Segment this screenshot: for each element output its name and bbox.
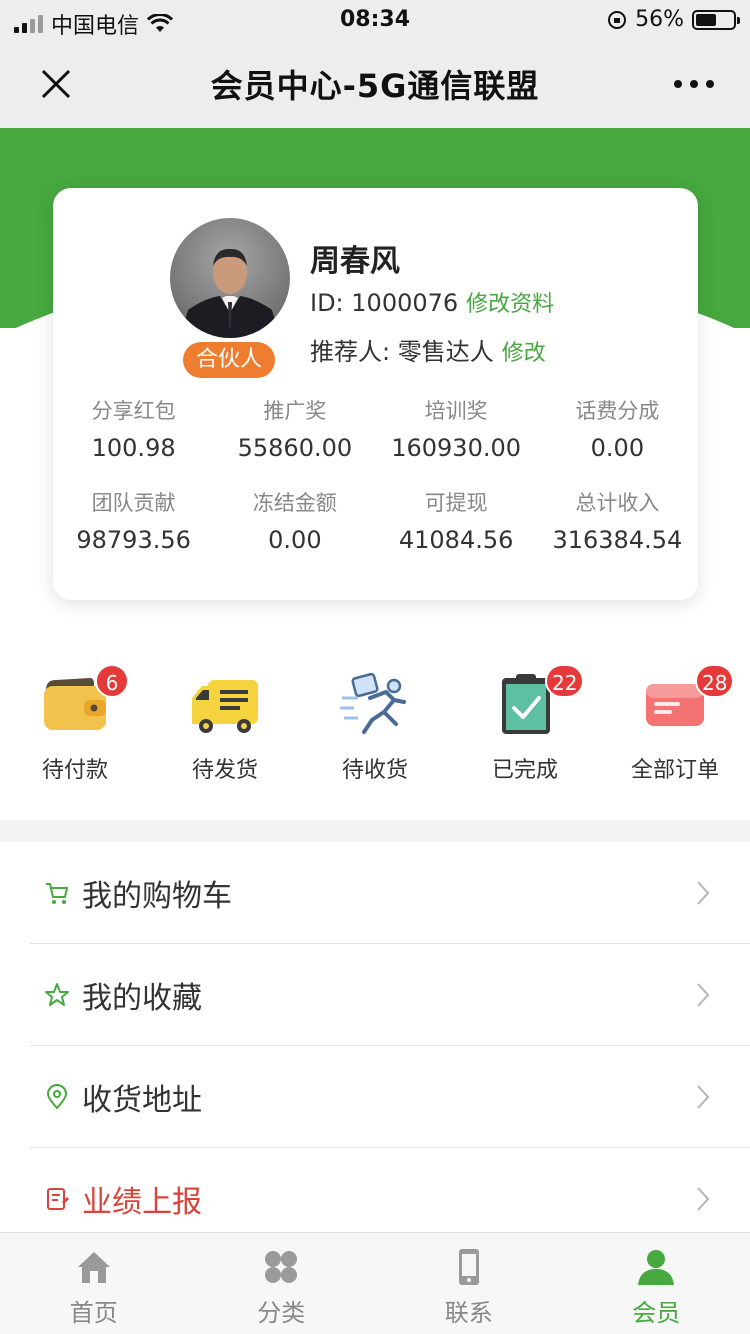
stats-grid: 分享红包 100.98 推广奖 55860.00 培训奖 160930.00 话… xyxy=(53,396,698,558)
chevron-right-icon xyxy=(697,881,710,905)
stat-value: 55860.00 xyxy=(237,434,353,462)
stat-value: 100.98 xyxy=(91,434,176,462)
close-icon[interactable] xyxy=(38,66,74,102)
stat-label: 分享红包 xyxy=(91,399,176,423)
home-icon xyxy=(77,1252,110,1283)
order-label: 全部订单 xyxy=(630,758,719,783)
member-icon xyxy=(638,1250,675,1285)
chevron-right-icon xyxy=(697,983,710,1007)
menu-item-address[interactable]: 收货地址 xyxy=(30,1046,750,1148)
referrer: 推荐人: 零售达人 xyxy=(310,338,494,366)
tab-contact[interactable]: 联系 xyxy=(375,1233,563,1334)
order-pending-receipt[interactable]: 待收货 xyxy=(300,660,450,790)
order-label: 已完成 xyxy=(491,758,558,783)
page-title: 会员中心-5G通信联盟 xyxy=(210,67,540,105)
menu-item-favorites[interactable]: 我的收藏 xyxy=(30,944,750,1046)
menu-label: 我的购物车 xyxy=(82,878,232,914)
stat-value: 41084.56 xyxy=(398,526,514,554)
star-icon xyxy=(45,982,69,1006)
cart-icon xyxy=(46,882,68,904)
stat-value: 316384.54 xyxy=(552,526,683,554)
tab-bar: 首页 分类 联系 会员 xyxy=(0,1232,750,1334)
menu-item-cart[interactable]: 我的购物车 xyxy=(30,842,750,944)
section-divider xyxy=(0,820,750,842)
order-pending-shipment[interactable]: 待发货 xyxy=(150,660,300,790)
stat-phone-bill-share[interactable]: 话费分成 0.00 xyxy=(537,396,698,466)
menu-label: 我的收藏 xyxy=(82,980,202,1016)
menu-label: 业绩上报 xyxy=(82,1184,202,1220)
order-count-badge: 28 xyxy=(695,664,735,698)
status-bar: 中国电信 08:34 56% xyxy=(0,0,750,40)
phone-icon xyxy=(458,1249,479,1285)
order-status-row: 6 待付款 待发货 待收货 22 已完成 28 全部订单 xyxy=(0,660,750,790)
stat-withdrawable[interactable]: 可提现 41084.56 xyxy=(376,488,537,558)
stat-team-contribution[interactable]: 团队贡献 98793.56 xyxy=(53,488,214,558)
battery-percent: 56% xyxy=(635,7,684,32)
stat-value: 98793.56 xyxy=(76,526,191,554)
order-count-badge: 6 xyxy=(95,664,129,698)
category-icon xyxy=(265,1251,298,1283)
stat-value: 0.00 xyxy=(590,434,645,462)
avatar-portrait xyxy=(180,248,280,338)
more-icon[interactable] xyxy=(674,80,714,88)
user-id-row: ID: 1000076 修改资料 xyxy=(310,286,554,318)
order-completed[interactable]: 22 已完成 xyxy=(450,660,600,790)
order-label: 待发货 xyxy=(191,758,258,783)
tab-category[interactable]: 分类 xyxy=(188,1233,376,1334)
tab-label: 联系 xyxy=(444,1299,493,1327)
tab-label: 分类 xyxy=(257,1299,306,1327)
stat-value: 0.00 xyxy=(268,526,322,554)
truck-icon xyxy=(192,680,258,733)
tab-label: 会员 xyxy=(632,1299,681,1327)
user-id: ID: 1000076 xyxy=(310,289,459,317)
stat-total-income[interactable]: 总计收入 316384.54 xyxy=(537,488,698,558)
stat-label: 可提现 xyxy=(424,491,488,515)
referrer-row: 推荐人: 零售达人 修改 xyxy=(310,332,546,367)
orientation-lock-icon xyxy=(608,10,627,29)
stat-frozen-amount[interactable]: 冻结金额 0.00 xyxy=(214,488,375,558)
order-count-badge: 22 xyxy=(545,664,585,698)
tab-label: 首页 xyxy=(69,1299,118,1327)
menu-list: 我的购物车 我的收藏 收货地址 业绩上报 xyxy=(0,842,750,1250)
battery-icon xyxy=(692,9,740,30)
member-center-page: 中国电信 08:34 56% 会员中心-5G通信联盟 合伙人 周春风 ID: 1… xyxy=(0,0,750,1334)
order-label: 待付款 xyxy=(41,758,108,783)
chevron-right-icon xyxy=(697,1085,710,1109)
location-icon xyxy=(46,1083,68,1109)
profile-card: 合伙人 周春风 ID: 1000076 修改资料 推荐人: 零售达人 修改 分享红包… xyxy=(53,188,698,600)
stat-label: 话费分成 xyxy=(575,399,660,423)
report-icon xyxy=(47,1187,69,1210)
nav-bar: 会员中心-5G通信联盟 xyxy=(0,40,750,128)
order-label: 待收货 xyxy=(341,758,408,783)
tab-member[interactable]: 会员 xyxy=(563,1233,750,1334)
stat-promotion-reward[interactable]: 推广奖 55860.00 xyxy=(214,396,375,466)
stat-label: 培训奖 xyxy=(424,399,488,423)
stat-label: 推广奖 xyxy=(263,399,327,423)
order-pending-payment[interactable]: 6 待付款 xyxy=(0,660,150,790)
chevron-right-icon xyxy=(697,1187,710,1211)
status-right: 56% xyxy=(607,7,740,32)
runner-icon xyxy=(340,672,406,734)
stat-training-reward[interactable]: 培训奖 160930.00 xyxy=(376,396,537,466)
partner-badge: 合伙人 xyxy=(183,342,275,378)
avatar[interactable] xyxy=(170,218,290,338)
user-name: 周春风 xyxy=(310,244,400,279)
menu-label: 收货地址 xyxy=(82,1082,202,1118)
tab-home[interactable]: 首页 xyxy=(0,1233,188,1334)
stat-share-bonus[interactable]: 分享红包 100.98 xyxy=(53,396,214,466)
edit-referrer-link[interactable]: 修改 xyxy=(502,341,546,366)
stat-label: 团队贡献 xyxy=(91,491,176,515)
stat-label: 总计收入 xyxy=(575,491,660,515)
stat-value: 160930.00 xyxy=(391,434,522,462)
edit-profile-link[interactable]: 修改资料 xyxy=(466,292,554,317)
stat-label: 冻结金额 xyxy=(252,491,337,515)
order-all[interactable]: 28 全部订单 xyxy=(600,660,750,790)
